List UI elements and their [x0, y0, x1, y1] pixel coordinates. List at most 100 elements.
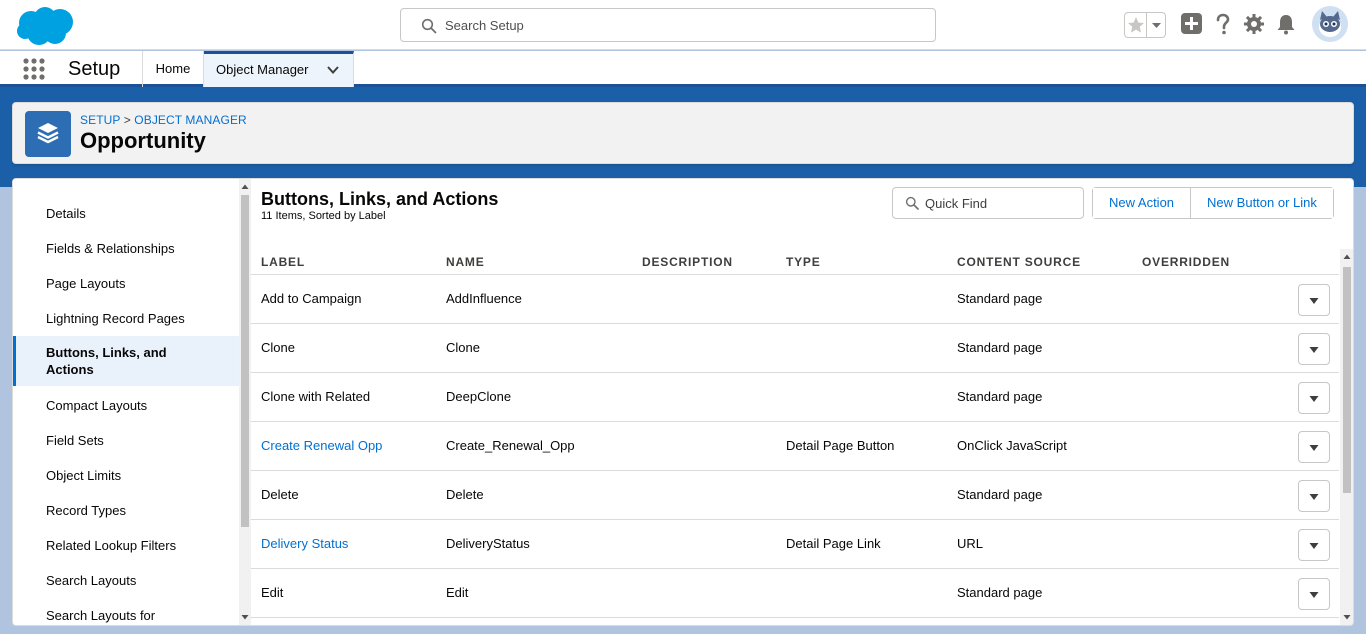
help-icon[interactable] [1211, 12, 1235, 36]
breadcrumb: SETUP > OBJECT MANAGER [80, 113, 247, 127]
salesforce-logo[interactable] [15, 5, 75, 47]
cell-name: Clone [446, 340, 480, 355]
scroll-down-arrow-icon[interactable] [241, 613, 249, 621]
main-card: Details Fields & Relationships Page Layo… [12, 178, 1354, 626]
breadcrumb-setup[interactable]: SETUP [80, 113, 120, 127]
sidebar-item-related-lookup-filters[interactable]: Related Lookup Filters [13, 537, 239, 554]
sidebar-scrollbar[interactable] [239, 179, 251, 625]
section-subtitle: 11 Items, Sorted by Label [261, 210, 386, 222]
cell-content-source: Standard page [957, 585, 1043, 600]
action-button-group: New Action New Button or Link [1092, 187, 1334, 219]
sidebar-item-details[interactable]: Details [13, 205, 239, 222]
cell-name: Create_Renewal_Opp [446, 438, 575, 453]
cell-content-source: OnClick JavaScript [957, 438, 1067, 453]
column-header-label[interactable]: LABEL [261, 255, 305, 269]
avatar[interactable] [1312, 6, 1348, 42]
cell-content-source: URL [957, 536, 984, 551]
breadcrumb-separator: > [123, 113, 131, 127]
sidebar-item-compact-layouts[interactable]: Compact Layouts [13, 397, 239, 414]
quick-find[interactable] [892, 187, 1084, 219]
bell-icon[interactable] [1274, 12, 1298, 36]
sidebar-scrollbar-thumb[interactable] [241, 195, 249, 527]
sidebar-item-search-layouts[interactable]: Search Layouts [13, 572, 239, 589]
row-actions-button[interactable] [1298, 578, 1330, 610]
cell-label: Add to Campaign [261, 291, 362, 306]
new-action-button[interactable]: New Action [1093, 188, 1191, 218]
column-header-name[interactable]: NAME [446, 255, 485, 269]
sidebar-item-object-limits[interactable]: Object Limits [13, 467, 239, 484]
sidebar-item-field-sets[interactable]: Field Sets [13, 432, 239, 449]
context-bar: Setup Home Object Manager [0, 51, 1366, 87]
sidebar-item-record-types[interactable]: Record Types [13, 502, 239, 519]
row-actions-button[interactable] [1298, 480, 1330, 512]
cell-name: DeliveryStatus [446, 536, 530, 551]
column-header-overridden[interactable]: OVERRIDDEN [1142, 255, 1230, 269]
row-actions-button[interactable] [1298, 382, 1330, 414]
scroll-down-arrow-icon[interactable] [1343, 613, 1351, 621]
new-button-or-link-button[interactable]: New Button or Link [1190, 188, 1333, 218]
cell-name: Delete [446, 487, 484, 502]
column-header-type[interactable]: TYPE [786, 255, 821, 269]
chevron-down-icon [1309, 396, 1319, 402]
table-row: Delete Delete Standard page [251, 471, 1339, 520]
table-row: Add to Campaign AddInfluence Standard pa… [251, 275, 1339, 324]
table-row: Create Renewal Opp Create_Renewal_Opp De… [251, 422, 1339, 471]
cell-content-source: Standard page [957, 291, 1043, 306]
cell-type: Detail Page Link [786, 536, 881, 551]
tab-object-manager-label: Object Manager [216, 62, 309, 77]
cell-content-source: Standard page [957, 389, 1043, 404]
table-scrollbar[interactable] [1340, 249, 1353, 625]
scroll-up-arrow-icon[interactable] [1343, 253, 1351, 261]
cell-name: AddInfluence [446, 291, 522, 306]
favorites-star-icon[interactable] [1125, 13, 1147, 37]
sidebar: Details Fields & Relationships Page Layo… [13, 179, 239, 625]
global-header [0, 0, 1366, 50]
cell-label: Edit [261, 585, 284, 600]
chevron-down-icon [1309, 543, 1319, 549]
favorites-control[interactable] [1124, 12, 1166, 38]
column-header-description[interactable]: DESCRIPTION [642, 255, 733, 269]
chevron-down-icon [1309, 445, 1319, 451]
sidebar-item-fields-relationships[interactable]: Fields & Relationships [13, 240, 239, 257]
gear-icon[interactable] [1242, 12, 1266, 36]
page-title: Opportunity [80, 128, 206, 153]
breadcrumb-object-manager[interactable]: OBJECT MANAGER [134, 113, 247, 127]
sidebar-item-page-layouts[interactable]: Page Layouts [13, 275, 239, 292]
sidebar-item-lightning-record-pages[interactable]: Lightning Record Pages [13, 310, 239, 327]
section-title: Buttons, Links, and Actions [261, 189, 499, 209]
sidebar-item-label-line1: Buttons, Links, and [46, 345, 167, 360]
chevron-down-icon[interactable] [326, 63, 340, 77]
column-header-content-source[interactable]: CONTENT SOURCE [957, 255, 1081, 269]
cell-label-link[interactable]: Delivery Status [261, 536, 348, 551]
row-actions-button[interactable] [1298, 431, 1330, 463]
favorites-dropdown-icon[interactable] [1148, 13, 1165, 37]
global-search[interactable] [400, 8, 936, 42]
cell-content-source: Standard page [957, 340, 1043, 355]
quick-find-input[interactable] [925, 188, 1075, 218]
table-scrollbar-thumb[interactable] [1343, 267, 1351, 493]
page-header: SETUP > OBJECT MANAGER Opportunity [12, 102, 1354, 164]
tab-object-manager[interactable]: Object Manager [204, 51, 354, 87]
content-panel: Buttons, Links, and Actions 11 Items, So… [251, 179, 1353, 625]
search-input[interactable] [445, 9, 925, 41]
row-actions-button[interactable] [1298, 284, 1330, 316]
cell-name: DeepClone [446, 389, 512, 404]
cell-type: Detail Page Button [786, 438, 895, 453]
object-layers-icon [25, 111, 71, 157]
chevron-down-icon [1309, 347, 1319, 353]
add-icon[interactable] [1180, 12, 1204, 36]
table-row: Edit Edit Standard page [251, 569, 1339, 618]
table-row: Clone Clone Standard page [251, 324, 1339, 373]
search-icon [421, 18, 437, 34]
row-actions-button[interactable] [1298, 529, 1330, 561]
cell-label: Delete [261, 487, 299, 502]
sidebar-item-label-line2: Actions [46, 362, 94, 377]
sidebar-item-buttons-links-actions[interactable]: Buttons, Links, and Actions [13, 336, 239, 386]
chevron-down-icon [1309, 592, 1319, 598]
cell-label-link[interactable]: Create Renewal Opp [261, 438, 382, 453]
scroll-up-arrow-icon[interactable] [241, 183, 249, 191]
app-launcher-icon[interactable] [22, 57, 46, 81]
row-actions-button[interactable] [1298, 333, 1330, 365]
sidebar-item-search-layouts-for[interactable]: Search Layouts for [13, 607, 239, 624]
tab-home[interactable]: Home [142, 51, 204, 87]
